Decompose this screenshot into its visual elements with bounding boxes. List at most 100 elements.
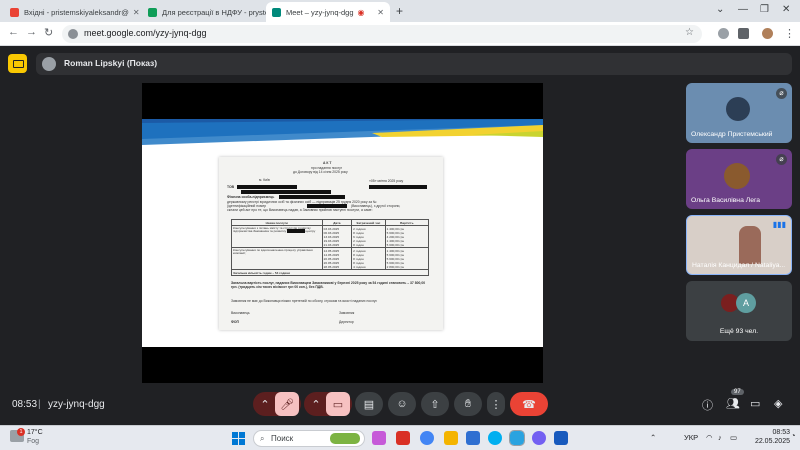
extension-icon[interactable]: [718, 28, 729, 39]
doc-customer-role: Директор: [339, 320, 354, 324]
presenter-name: Roman Lipskyi (Показ): [64, 58, 158, 68]
participant-tile[interactable]: ▮▮▮ Наталія Канцидал / Nataliya...: [686, 215, 792, 275]
mic-off-button[interactable]: 🎤︎: [275, 392, 299, 416]
reload-icon[interactable]: ↻: [44, 26, 53, 39]
back-icon[interactable]: ←: [8, 26, 19, 38]
doc-city: м. Київ: [259, 178, 270, 182]
activities-icon[interactable]: ◈: [774, 397, 782, 410]
close-icon[interactable]: ✕: [129, 8, 140, 17]
window-close-icon[interactable]: ✕: [782, 4, 790, 15]
chat-icon[interactable]: ▭: [750, 397, 760, 410]
presenter-chip[interactable]: Roman Lipskyi (Показ): [36, 53, 792, 75]
mic-off-icon: ⌀: [776, 88, 787, 99]
doc-date: «05» квітня 2025 року: [369, 179, 404, 183]
avatar: A: [736, 293, 756, 313]
tab-gmail[interactable]: Вхідні - pristemskiyaleksandr@ ✕: [4, 2, 140, 22]
clock-date[interactable]: 22.05.2025: [745, 438, 790, 445]
telegram-icon[interactable]: [509, 430, 525, 446]
table-cell: Консультування по вдосконаленню процесу …: [231, 247, 323, 270]
services-table: Назва послуги Дата Затрачений час Вартіс…: [231, 219, 430, 276]
browser-toolbar: ← → ↻ meet.google.com/yzy-jynq-dgg ☆ ⋮: [0, 22, 800, 46]
address-bar[interactable]: meet.google.com/yzy-jynq-dgg ☆: [62, 25, 702, 43]
camera-off-button[interactable]: ▭: [326, 392, 350, 416]
chevron-up-icon[interactable]: ⌃: [255, 398, 275, 411]
more-options-button[interactable]: ⋮: [487, 392, 505, 416]
gmail-icon: [10, 7, 19, 17]
captions-button[interactable]: ▤: [355, 392, 383, 416]
word-icon[interactable]: [554, 431, 568, 445]
table-total-row: Загальна кількість годин – 54 години: [231, 269, 429, 276]
slide-header-stripes: [142, 119, 543, 145]
forward-icon[interactable]: →: [26, 26, 37, 38]
browser-tab-strip: Вхідні - pristemskiyaleksandr@ ✕ Для реє…: [0, 0, 800, 22]
viber-icon[interactable]: [532, 431, 546, 445]
clock-time[interactable]: 08:53: [760, 429, 790, 436]
taskbar-search[interactable]: ⌕ Поиск: [253, 430, 365, 447]
doc-executor: Виконавець: [231, 311, 250, 315]
table-cell: 1 400,00 грн 5 600,00 грн 5 600,00 грн 5 60…: [384, 247, 430, 270]
info-icon[interactable]: ⓘ: [702, 397, 713, 413]
screen-share-stage: А К Т про надання послуг до Договору від…: [142, 83, 543, 383]
language-indicator[interactable]: УКР: [684, 433, 698, 442]
participant-tile[interactable]: ⌀ Ольга Василівна Лега: [686, 149, 792, 209]
search-placeholder: Поиск: [271, 434, 294, 443]
profile-avatar[interactable]: [762, 28, 773, 39]
more-participants-tile[interactable]: A Ещё 93 чел.: [686, 281, 792, 341]
table-cell: 2 години 8 годин 8 годин 8 годин 4 години: [351, 247, 386, 270]
present-screen-icon: ⇧: [430, 398, 440, 411]
doc-line-fop5: склали цей акт про те, що Виконавець над…: [227, 208, 373, 212]
emoji-icon: ☺: [396, 398, 408, 410]
doc-customer: Замовник: [339, 311, 355, 315]
copilot-icon[interactable]: [372, 431, 386, 445]
shared-slide: А К Т про надання послуг до Договору від…: [142, 119, 543, 347]
table-cell: 14.05.2025 14.05.2025 20.05.2025 26.05.2025…: [321, 247, 353, 270]
tab-search-icon[interactable]: ⌄: [716, 4, 724, 15]
people-icon[interactable]: 👥︎: [726, 397, 740, 410]
doc-summary: Загальна вартість послуг, наданих Викона…: [231, 281, 426, 290]
app-icon[interactable]: [466, 431, 480, 445]
new-tab-button[interactable]: +: [396, 4, 403, 18]
mic-off-icon: ⌀: [776, 154, 787, 165]
raise-hand-button[interactable]: ✋︎: [454, 392, 482, 416]
chrome-icon[interactable]: [420, 431, 434, 445]
participant-tile[interactable]: ⌀ Олександр Пристемський: [686, 83, 792, 143]
speaking-indicator-icon: ▮▮▮: [772, 220, 786, 229]
file-explorer-icon[interactable]: [444, 431, 458, 445]
skype-icon[interactable]: [488, 431, 502, 445]
table-cell: 2 години 8 годин 6 годин 2 години 8 годин: [351, 225, 386, 248]
restore-icon[interactable]: ❐: [760, 4, 769, 15]
search-highlight-image: [330, 433, 360, 444]
chevron-up-icon[interactable]: ⌃: [306, 398, 326, 411]
windows-taskbar: 1 17°C Fog ⌕ Поиск ⌃ УКР ◠ ♪ ▭ 08:53 22.…: [0, 425, 800, 450]
presentation-icon[interactable]: [8, 54, 27, 73]
tray-chevron-icon[interactable]: ⌃: [650, 433, 656, 442]
tab-docs[interactable]: Для реєстрації в НДФУ - prystem ✕: [142, 2, 266, 22]
redaction-bar: [369, 185, 427, 189]
doc-executor-role: ФОП: [231, 320, 239, 324]
close-icon[interactable]: ✕: [373, 8, 384, 17]
captions-icon: ▤: [363, 398, 375, 411]
tab-meet[interactable]: Meet – yzy-jynq-dgg ◉ ✕: [266, 2, 390, 22]
leave-call-button[interactable]: ☎︎: [510, 392, 548, 416]
emoji-button[interactable]: ☺: [388, 392, 416, 416]
url-text[interactable]: meet.google.com/yzy-jynq-dgg: [84, 28, 207, 38]
app-icon[interactable]: [396, 431, 410, 445]
more-vert-icon: ⋮: [490, 398, 502, 411]
meeting-time: 08:53: [12, 399, 38, 410]
volume-icon[interactable]: ♪: [718, 433, 722, 442]
minimize-icon[interactable]: —: [738, 4, 748, 15]
tab-title: Вхідні - pristemskiyaleksandr@: [24, 7, 129, 17]
search-icon: ⌕: [260, 434, 265, 443]
menu-dots-icon[interactable]: ⋮: [784, 27, 795, 40]
notifications-icon[interactable]: ◔: [791, 431, 796, 440]
site-info-icon[interactable]: [68, 29, 78, 39]
start-button[interactable]: [232, 432, 245, 445]
table-cell: Консультування з питань змісту та структ…: [231, 225, 323, 248]
present-button[interactable]: ⇧: [421, 392, 449, 416]
wifi-icon[interactable]: ◠: [706, 433, 713, 442]
extensions-puzzle-icon[interactable]: [738, 28, 749, 39]
battery-icon[interactable]: ▭: [730, 433, 737, 442]
bookmark-star-icon[interactable]: ☆: [685, 27, 694, 38]
scanned-act-document: А К Т про надання послуг до Договору від…: [219, 157, 443, 330]
notification-badge: 1: [17, 428, 25, 436]
